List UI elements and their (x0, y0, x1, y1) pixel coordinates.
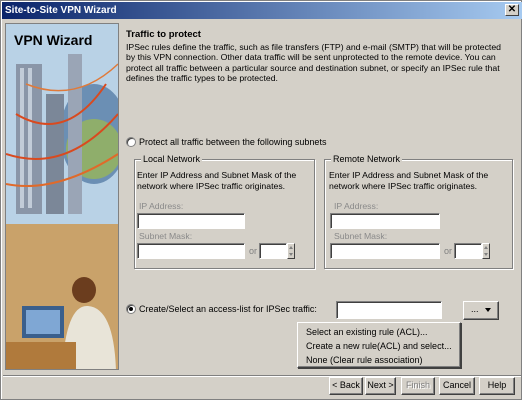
local-ip-label: IP Address: (139, 201, 184, 211)
remote-prefix-input[interactable] (454, 243, 482, 259)
wizard-art-title: VPN Wizard (14, 32, 93, 48)
close-icon: ✕ (507, 4, 517, 15)
wizard-art-panel: VPN Wizard (5, 23, 119, 370)
remote-mask-input[interactable] (330, 243, 440, 259)
protect-subnets-radio[interactable] (126, 137, 136, 147)
acl-label[interactable]: Create/Select an access-list for IPSec t… (139, 304, 317, 314)
finish-button[interactable]: Finish (401, 377, 435, 395)
art-monitor-screen (26, 310, 60, 334)
local-network-group: Local Network Enter IP Address and Subne… (134, 154, 315, 269)
acl-browse-button[interactable]: ... (463, 301, 499, 320)
local-ip-input[interactable] (137, 213, 245, 229)
wizard-illustration (6, 24, 118, 369)
local-prefix-input[interactable] (259, 243, 287, 259)
art-building (28, 68, 32, 208)
window-title: Site-to-Site VPN Wizard (5, 5, 117, 16)
local-prefix-spinner[interactable] (287, 243, 295, 259)
acl-browse-label: ... (470, 304, 479, 314)
remote-ip-label: IP Address: (334, 201, 379, 211)
acl-input[interactable] (336, 301, 442, 319)
acl-radio[interactable] (126, 304, 136, 314)
page-description: IPSec rules define the traffic, such as … (126, 42, 501, 84)
menu-item-none[interactable]: None (Clear rule association) (306, 355, 423, 365)
cancel-button[interactable]: Cancel (439, 377, 475, 395)
remote-mask-label: Subnet Mask: (334, 231, 388, 241)
title-bar: Site-to-Site VPN Wizard ✕ (2, 2, 522, 19)
acl-dropdown-menu: Select an existing rule (ACL)... Create … (297, 322, 461, 368)
remote-prefix-spinner[interactable] (482, 243, 490, 259)
page-heading: Traffic to protect (126, 29, 201, 40)
local-mask-input[interactable] (137, 243, 245, 259)
art-desk (6, 342, 76, 369)
remote-network-desc: Enter IP Address and Subnet Mask of the … (329, 170, 489, 191)
local-mask-label: Subnet Mask: (139, 231, 193, 241)
local-or-label: or (249, 246, 258, 256)
art-person-head (72, 277, 96, 303)
close-button[interactable]: ✕ (505, 4, 519, 16)
remote-or-label: or (444, 246, 453, 256)
local-network-title: Local Network (141, 154, 203, 164)
wizard-window: Site-to-Site VPN Wizard ✕ VPN Wizard Tra… (0, 0, 522, 400)
help-button[interactable]: Help (479, 377, 515, 395)
back-button[interactable]: < Back (329, 377, 363, 395)
local-network-desc: Enter IP Address and Subnet Mask of the … (137, 170, 297, 191)
remote-ip-input[interactable] (330, 213, 440, 229)
art-building (20, 68, 24, 208)
menu-item-create-new[interactable]: Create a new rule(ACL) and select... (306, 341, 452, 351)
menu-item-select-existing[interactable]: Select an existing rule (ACL)... (306, 327, 428, 337)
remote-network-title: Remote Network (331, 154, 403, 164)
next-button[interactable]: Next > (365, 377, 396, 395)
protect-subnets-label[interactable]: Protect all traffic between the followin… (139, 137, 326, 147)
chevron-down-icon (485, 307, 492, 312)
remote-network-group: Remote Network Enter IP Address and Subn… (324, 154, 513, 269)
art-building (68, 54, 82, 214)
